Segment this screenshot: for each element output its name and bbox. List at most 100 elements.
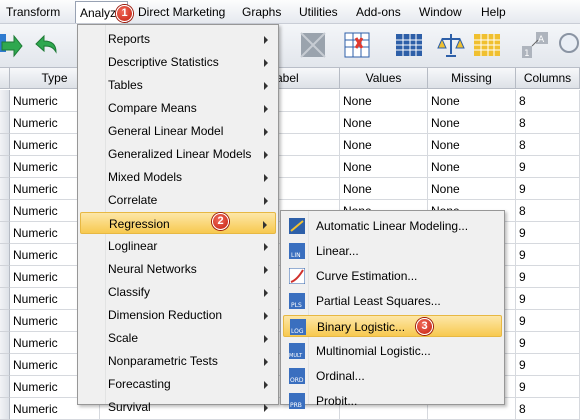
menu-help[interactable]: Help [481,5,506,19]
table-cell[interactable]: None [428,134,516,156]
menu-item-correlate[interactable]: Correlate [80,189,276,211]
table-cell[interactable]: 9 [516,288,580,310]
table-cell[interactable]: None [340,178,428,200]
menu-item-label: Compare Means [108,101,197,115]
row-header[interactable] [0,156,10,178]
table-cell[interactable]: 9 [516,156,580,178]
multinomial-icon: MULT [289,343,305,359]
table-cell[interactable]: 8 [516,112,580,134]
table-cell[interactable]: 8 [516,200,580,222]
menu-add-ons[interactable]: Add-ons [356,5,401,19]
row-header[interactable] [0,244,10,266]
table-cell[interactable]: 9 [516,376,580,398]
row-header[interactable] [0,332,10,354]
menu-utilities[interactable]: Utilities [299,5,338,19]
value-labels-icon[interactable] [342,30,372,60]
use-variable-sets-icon[interactable] [472,30,502,60]
search-icon[interactable] [556,30,580,60]
row-header[interactable] [0,222,10,244]
table-cell[interactable]: 9 [516,354,580,376]
row-header[interactable] [0,310,10,332]
table-cell[interactable]: 9 [516,332,580,354]
row-header[interactable] [0,200,10,222]
column-header-columns[interactable]: Columns [516,68,580,89]
menu-item-linear[interactable]: LIN Linear... [283,240,502,262]
menu-item-label: Forecasting [108,377,171,391]
select-cases-icon[interactable] [298,30,328,60]
menu-item-probit[interactable]: PRB Probit... [283,390,502,412]
row-header[interactable] [0,266,10,288]
import-arrow-icon[interactable] [0,30,30,60]
menu-item-loglinear[interactable]: Loglinear [80,235,276,257]
column-label: Type [41,71,68,85]
table-cell[interactable]: None [340,156,428,178]
column-header-missing[interactable]: Missing [428,68,516,89]
row-header[interactable] [0,112,10,134]
table-cell[interactable]: None [428,178,516,200]
undo-icon[interactable] [30,30,60,60]
regression-submenu: Automatic Linear Modeling... LIN Linear...… [280,210,505,409]
row-header[interactable] [0,354,10,376]
table-cell[interactable]: 9 [516,310,580,332]
menu-transform[interactable]: Transform [6,5,60,19]
table-cell[interactable]: 9 [516,266,580,288]
menu-graphs[interactable]: Graphs [242,5,281,19]
menu-item-tables[interactable]: Tables [80,74,276,96]
column-header-values[interactable]: Values [340,68,428,89]
submenu-arrow-icon [264,381,268,389]
table-cell[interactable]: None [340,90,428,112]
row-header[interactable] [0,90,10,112]
table-cell[interactable]: None [340,134,428,156]
submenu-arrow-icon [264,105,268,113]
menu-item-mixed-models[interactable]: Mixed Models [80,166,276,188]
svg-text:1: 1 [524,49,530,59]
weight-cases-icon[interactable] [436,30,466,60]
menu-item-forecasting[interactable]: Forecasting [80,373,276,395]
menu-item-generalized-linear-models[interactable]: Generalized Linear Models [80,143,276,165]
menu-direct-marketing[interactable]: Direct Marketing [138,5,225,19]
menu-item-binary-logistic[interactable]: LOG Binary Logistic... [283,315,502,337]
menu-item-scale[interactable]: Scale [80,327,276,349]
menu-item-dimension-reduction[interactable]: Dimension Reduction [80,304,276,326]
split-file-icon[interactable] [394,30,424,60]
menu-item-label: Binary Logistic... [317,320,406,334]
menu-item-general-linear-model[interactable]: General Linear Model [80,120,276,142]
menu-item-automatic-linear-modeling[interactable]: Automatic Linear Modeling... [283,215,502,237]
table-cell[interactable]: 9 [516,244,580,266]
menu-item-compare-means[interactable]: Compare Means [80,97,276,119]
menu-item-partial-least-squares[interactable]: PLS Partial Least Squares... [283,290,502,312]
menu-item-descriptive-statistics[interactable]: Descriptive Statistics [80,51,276,73]
table-cell[interactable]: 8 [516,398,580,420]
table-cell[interactable]: None [428,90,516,112]
table-cell[interactable]: 9 [516,222,580,244]
submenu-arrow-icon [264,266,268,274]
menu-item-label: Tables [108,78,143,92]
menu-window[interactable]: Window [419,5,462,19]
analyze-menu: Reports Descriptive Statistics Tables Compa… [77,24,279,414]
menu-item-regression[interactable]: Regression [80,212,276,234]
table-cell[interactable]: None [428,156,516,178]
menu-item-multinomial-logistic[interactable]: MULT Multinomial Logistic... [283,340,502,362]
row-header[interactable] [0,398,10,420]
row-header[interactable] [0,376,10,398]
menu-item-nonparametric-tests[interactable]: Nonparametric Tests [80,350,276,372]
svg-text:ORD: ORD [290,377,304,384]
menu-item-label: Mixed Models [108,170,183,184]
menu-item-reports[interactable]: Reports [80,28,276,50]
table-cell[interactable]: 9 [516,178,580,200]
menu-item-neural-networks[interactable]: Neural Networks [80,258,276,280]
row-header[interactable] [0,288,10,310]
menu-item-curve-estimation[interactable]: Curve Estimation... [283,265,502,287]
table-cell[interactable]: 8 [516,134,580,156]
row-header[interactable] [0,134,10,156]
menu-item-ordinal[interactable]: ORD Ordinal... [283,365,502,387]
submenu-arrow-icon [264,197,268,205]
table-cell[interactable]: None [428,112,516,134]
pls-icon: PLS [289,293,305,309]
menu-item-survival[interactable]: Survival [80,396,276,418]
menu-item-classify[interactable]: Classify [80,281,276,303]
goto-variable-icon[interactable]: 1A [520,30,550,60]
table-cell[interactable]: 8 [516,90,580,112]
table-cell[interactable]: None [340,112,428,134]
row-header[interactable] [0,178,10,200]
